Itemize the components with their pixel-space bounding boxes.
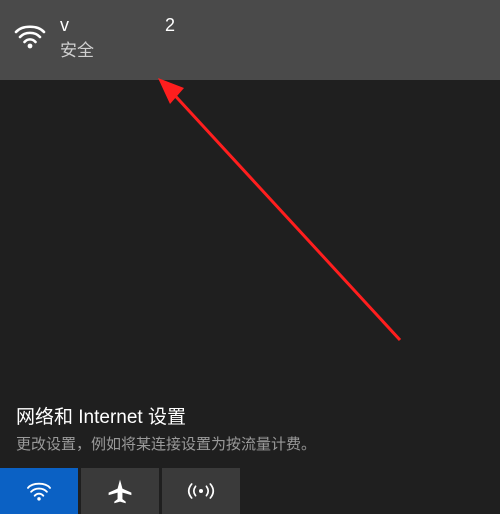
quick-action-hotspot[interactable] [162,468,240,514]
network-security-label: 安全 [60,40,484,62]
network-ssid: v2 [60,14,484,37]
annotation-arrow [150,70,410,350]
ssid-suffix: 2 [165,15,175,35]
ssid-prefix: v [60,15,69,35]
wifi-network-item[interactable]: v2 安全 [0,0,500,80]
settings-title: 网络和 Internet 设置 [16,402,484,429]
network-settings-link[interactable]: 网络和 Internet 设置 更改设置，例如将某连接设置为按流量计费。 [0,390,500,468]
settings-description: 更改设置，例如将某连接设置为按流量计费。 [16,433,484,454]
quick-action-wifi[interactable] [0,468,78,514]
quick-actions-row [0,468,500,514]
ssid-redacted [69,18,165,36]
bottom-section: 网络和 Internet 设置 更改设置，例如将某连接设置为按流量计费。 [0,390,500,514]
wifi-small-icon [26,480,52,502]
wifi-icon [14,22,46,55]
airplane-icon [107,478,133,504]
network-flyout: v2 安全 网络和 Internet 设置 更改设置，例如将某连接设置为按流量计… [0,0,500,514]
quick-action-airplane[interactable] [81,468,159,514]
hotspot-icon [187,479,215,503]
